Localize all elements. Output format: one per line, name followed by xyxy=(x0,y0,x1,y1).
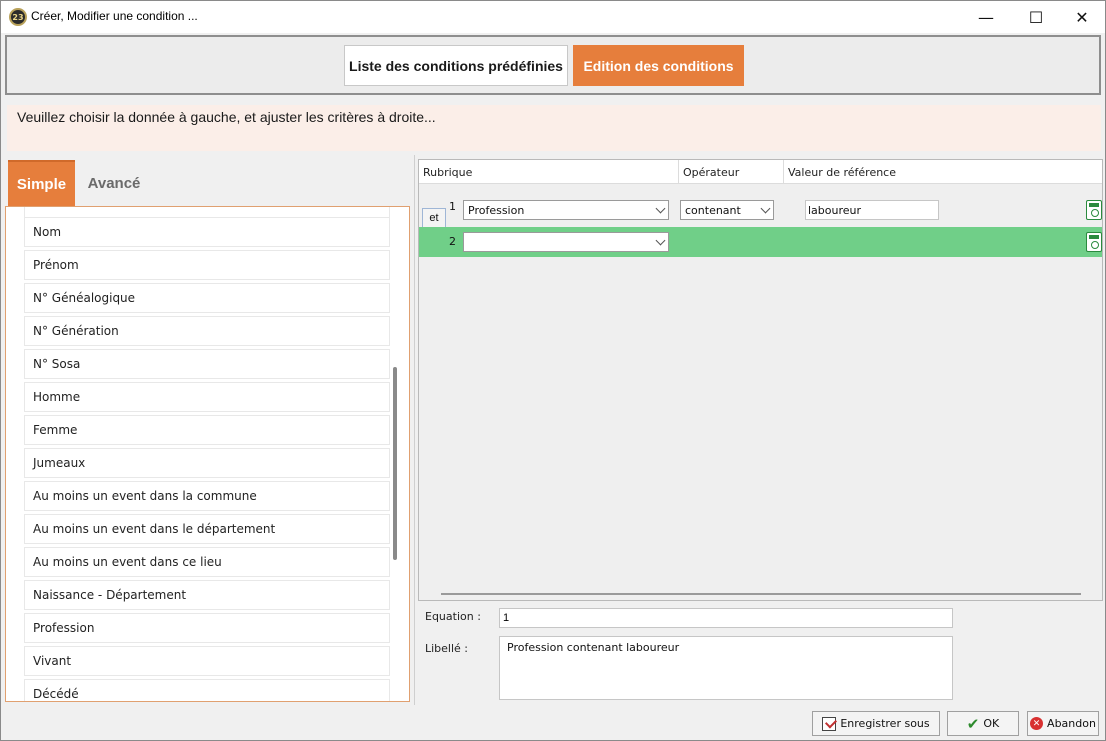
equation-label: Equation : xyxy=(425,610,481,623)
row-action-icon[interactable] xyxy=(1086,200,1102,220)
list-item[interactable]: N° Sosa xyxy=(24,349,390,379)
column-header-operateur: Opérateur xyxy=(679,160,784,184)
rubrique-select[interactable]: Profession xyxy=(463,200,669,220)
instruction-text: Veuillez choisir la donnée à gauche, et … xyxy=(17,109,436,125)
and-connector-button[interactable]: et xyxy=(422,208,446,228)
list-item[interactable]: Nom xyxy=(24,217,390,247)
checkmark-icon: ✔ xyxy=(966,714,980,733)
criteria-panel: Rubrique Opérateur Valeur de référence 1… xyxy=(414,155,1105,705)
list-item[interactable]: Décédé xyxy=(24,679,390,701)
row-action-icon[interactable] xyxy=(1086,232,1102,252)
libelle-textarea[interactable]: Profession contenant laboureur xyxy=(499,636,953,700)
ok-button[interactable]: ✔ OK xyxy=(947,711,1019,736)
list-item[interactable]: Au moins un event dans la commune xyxy=(24,481,390,511)
operateur-select[interactable]: contenant xyxy=(680,200,774,220)
libelle-label: Libellé : xyxy=(425,642,469,655)
list-item[interactable]: Jumeaux xyxy=(24,448,390,478)
list-item[interactable]: Homme xyxy=(24,382,390,412)
rubrique-select[interactable] xyxy=(463,232,669,252)
condition-row-selected[interactable]: 2 xyxy=(419,227,1102,257)
list-item[interactable]: Naissance - Département xyxy=(24,580,390,610)
save-as-label: Enregistrer sous xyxy=(840,717,930,730)
title-bar: 23 Créer, Modifier une condition ... — ☐… xyxy=(1,1,1105,33)
list-item[interactable]: N° Génération xyxy=(24,316,390,346)
mode-tabs-bar: Liste des conditions prédéfinies Edition… xyxy=(5,35,1101,95)
tab-simple[interactable]: Simple xyxy=(8,160,75,206)
conditions-grid: Rubrique Opérateur Valeur de référence 1… xyxy=(418,159,1103,601)
valeur-input[interactable]: laboureur xyxy=(805,200,939,220)
chevron-down-icon xyxy=(760,203,771,214)
save-edit-icon xyxy=(822,716,837,731)
operateur-value: contenant xyxy=(685,203,741,217)
window-title: Créer, Modifier une condition ... xyxy=(31,9,198,23)
row-number: 2 xyxy=(449,235,456,248)
list-item[interactable]: Prénom xyxy=(24,250,390,280)
ok-label: OK xyxy=(983,717,1000,730)
cancel-button[interactable]: ✕ Abandon xyxy=(1027,711,1099,736)
list-item[interactable]: Au moins un event dans le département xyxy=(24,514,390,544)
chevron-down-icon xyxy=(655,203,666,214)
rubrique-value: Profession xyxy=(468,203,525,217)
list-item[interactable]: Vivant xyxy=(24,646,390,676)
cancel-label: Abandon xyxy=(1047,717,1096,730)
list-item[interactable]: Femme xyxy=(24,415,390,445)
grid-horizontal-scrollbar[interactable] xyxy=(441,593,1081,595)
condition-row: 1 Profession contenant laboureur xyxy=(419,197,1102,227)
data-selection-panel: Simple Avancé Nom Prénom N° Généalogique… xyxy=(3,155,411,705)
tab-predefined-conditions[interactable]: Liste des conditions prédéfinies xyxy=(344,45,568,86)
instruction-banner: Veuillez choisir la donnée à gauche, et … xyxy=(7,105,1101,151)
cancel-icon: ✕ xyxy=(1030,717,1044,730)
equation-input[interactable]: 1 xyxy=(499,608,953,628)
data-field-list[interactable]: Nom Prénom N° Généalogique N° Génération… xyxy=(5,206,410,702)
list-scrollbar[interactable] xyxy=(393,367,397,560)
list-item[interactable]: Profession xyxy=(24,613,390,643)
minimize-button[interactable]: — xyxy=(963,1,1009,33)
column-header-rubrique: Rubrique xyxy=(419,160,679,184)
list-item[interactable]: Au moins un event dans ce lieu xyxy=(24,547,390,577)
chevron-down-icon xyxy=(655,235,666,246)
save-as-button[interactable]: Enregistrer sous xyxy=(812,711,940,736)
tab-advanced[interactable]: Avancé xyxy=(83,160,145,206)
condition-editor-window: 23 Créer, Modifier une condition ... — ☐… xyxy=(0,0,1106,741)
grid-header: Rubrique Opérateur Valeur de référence xyxy=(419,160,1102,184)
list-item[interactable]: N° Généalogique xyxy=(24,283,390,313)
tab-edit-conditions[interactable]: Edition des conditions xyxy=(573,45,744,86)
close-button[interactable]: ✕ xyxy=(1059,1,1105,33)
app-logo-icon: 23 xyxy=(9,8,27,26)
maximize-button[interactable]: ☐ xyxy=(1013,1,1059,33)
column-header-valeur: Valeur de référence xyxy=(788,165,896,179)
row-number: 1 xyxy=(449,200,456,213)
